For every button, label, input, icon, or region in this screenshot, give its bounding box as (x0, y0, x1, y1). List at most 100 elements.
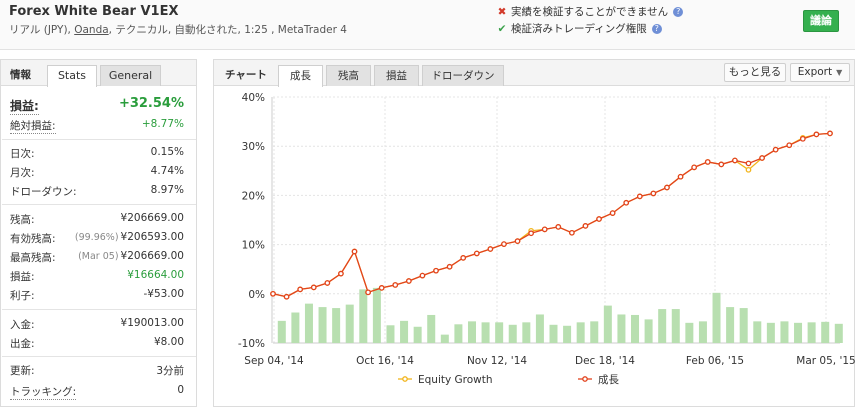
bar (631, 314, 640, 343)
y-tick-label: 40% (242, 92, 265, 104)
growth-point (460, 255, 467, 261)
bar (291, 312, 300, 343)
growth-point (718, 161, 725, 168)
bar (522, 322, 531, 343)
y-tick-label: 20% (242, 190, 265, 202)
growth-point (541, 226, 548, 233)
growth-point (691, 164, 697, 171)
x-tick-label: Nov 12, '14 (467, 355, 527, 367)
bar (834, 323, 843, 343)
growth-point (351, 248, 358, 255)
growth-chart: 40% 30% 20% 10% 0% -10% Sep 04, '14 Oct 16, '14… (238, 92, 855, 386)
bar (590, 321, 599, 343)
growth-point (569, 229, 575, 236)
bar (495, 322, 504, 343)
growth-point (596, 216, 602, 222)
bar (508, 324, 517, 343)
x-tick-label: Oct 16, '14 (356, 355, 414, 367)
growth-point (786, 142, 793, 149)
growth-point (501, 241, 507, 247)
growth-point (650, 190, 657, 197)
bar (372, 287, 381, 343)
x-tick-label: Mar 05, '15 (796, 355, 855, 367)
growth-point (392, 282, 399, 288)
bar (332, 308, 341, 343)
growth-point (664, 184, 670, 191)
growth-point (487, 246, 494, 252)
bar (671, 309, 680, 343)
growth-point (609, 210, 616, 216)
bar (304, 303, 313, 343)
bar (359, 289, 368, 343)
bar (617, 314, 626, 343)
bar (685, 322, 694, 343)
growth-point (528, 230, 534, 237)
bar (794, 322, 803, 343)
bar (277, 320, 286, 343)
bar (454, 324, 463, 343)
growth-point (704, 159, 711, 165)
bar (481, 322, 490, 343)
bar (780, 321, 789, 343)
y-tick-label: 30% (242, 141, 265, 153)
growth-point (759, 155, 765, 161)
x-tick-label: Dec 18, '14 (575, 355, 635, 367)
growth-point (283, 293, 290, 300)
bar (440, 334, 449, 343)
bar (576, 322, 585, 343)
growth-point (297, 286, 304, 293)
legend-growth-label: 成長 (598, 374, 619, 386)
growth-point (636, 193, 643, 200)
bar (400, 320, 409, 343)
bar (427, 314, 436, 343)
growth-point (324, 280, 331, 286)
growth-point (813, 131, 820, 138)
growth-point (745, 160, 752, 167)
growth-point (270, 290, 276, 297)
bar (386, 325, 395, 343)
bar (766, 322, 775, 343)
bar (549, 324, 558, 343)
bar (467, 321, 476, 343)
growth-point (514, 238, 521, 245)
growth-point (772, 146, 779, 153)
growth-point (473, 250, 480, 257)
growth-point (799, 135, 806, 142)
bar (658, 309, 667, 343)
growth-point (623, 199, 630, 206)
bar (603, 305, 612, 343)
bar (563, 325, 572, 343)
y-tick-label: 10% (242, 240, 265, 252)
growth-line (272, 132, 831, 298)
bar (318, 307, 327, 343)
growth-point (378, 285, 385, 291)
bar (535, 314, 544, 343)
bar (644, 319, 653, 343)
bar (413, 326, 422, 343)
legend-growth-marker (582, 376, 588, 382)
y-tick-label: -10% (238, 338, 265, 350)
bar (712, 292, 721, 343)
equity-growth-point (745, 166, 752, 173)
bar (739, 308, 748, 343)
growth-point (446, 263, 453, 270)
growth-point (406, 278, 412, 284)
legend-equity-growth-marker (402, 376, 408, 382)
y-tick-label: 0% (248, 289, 265, 301)
growth-point (827, 130, 833, 137)
bar (753, 321, 762, 343)
bar (807, 322, 816, 343)
equity-growth-line (272, 132, 831, 298)
bar (821, 321, 830, 343)
legend-equity-growth-label: Equity Growth (418, 374, 493, 386)
growth-point (582, 223, 589, 229)
growth-point (677, 173, 684, 180)
x-tick-label: Feb 06, '15 (686, 355, 744, 367)
bar (345, 304, 354, 343)
growth-point (338, 270, 344, 277)
growth-point (365, 289, 371, 296)
x-tick-label: Sep 04, '14 (244, 355, 304, 367)
growth-point (732, 157, 738, 164)
growth-point (555, 224, 562, 230)
bar (726, 307, 735, 343)
